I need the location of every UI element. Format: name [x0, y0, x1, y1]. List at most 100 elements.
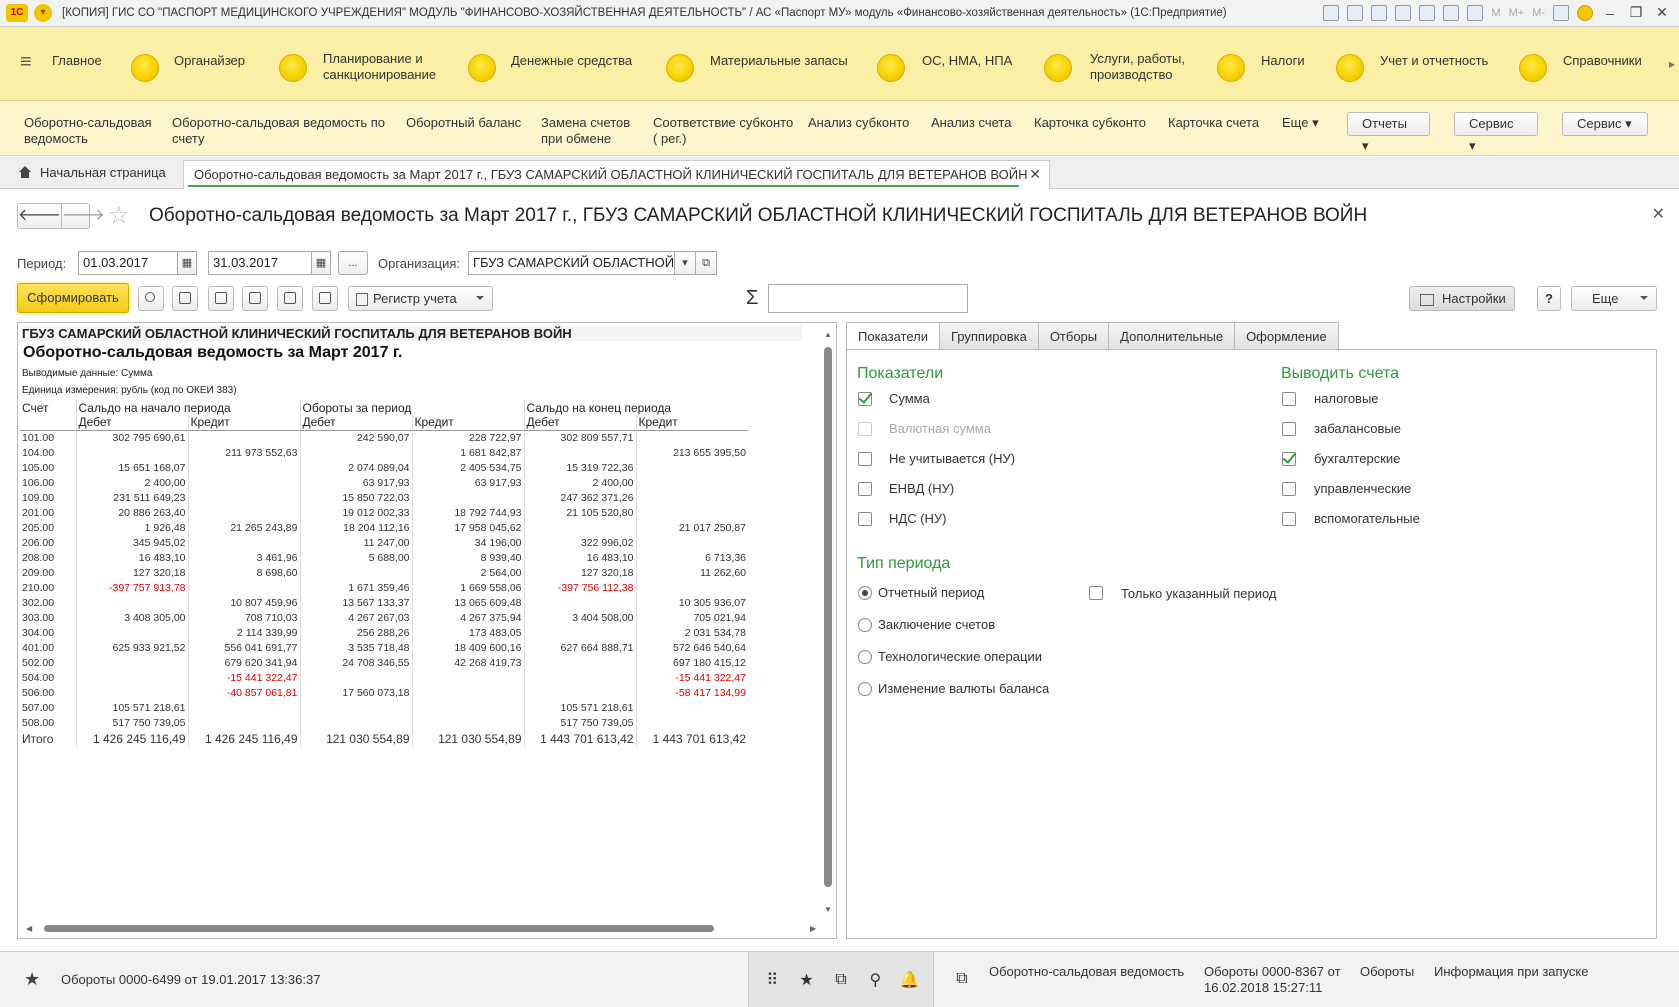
only-period-checkbox[interactable] [1089, 586, 1103, 600]
amount-cell[interactable]: 1 926,48 [75, 520, 188, 535]
amount-cell[interactable]: 2 074 089,04 [299, 460, 412, 475]
calculator-icon[interactable] [1443, 4, 1460, 21]
cmd-account-replacement[interactable]: Замена счетов при обмене [541, 115, 641, 147]
amount-cell[interactable]: 2 031 534,78 [635, 625, 748, 640]
account-cell[interactable]: 206.00 [20, 535, 76, 550]
account-cell[interactable]: 210.00 [20, 580, 76, 595]
amount-cell[interactable]: 556 041 691,77 [187, 640, 300, 655]
vertical-scrollbar[interactable]: ▲ ▼ [824, 327, 832, 927]
amount-cell[interactable] [187, 430, 300, 445]
amount-cell[interactable]: -397 757 913,78 [75, 580, 188, 595]
amount-cell[interactable] [299, 565, 412, 580]
amount-cell[interactable] [75, 655, 188, 670]
amount-cell[interactable]: 15 651 168,07 [75, 460, 188, 475]
amount-cell[interactable]: 697 180 415,12 [635, 655, 748, 670]
mail-icon[interactable] [1419, 4, 1436, 21]
account-cell[interactable]: 101.00 [20, 430, 76, 445]
amount-cell[interactable]: 34 196,00 [411, 535, 524, 550]
account-type-checkbox[interactable] [1282, 422, 1296, 436]
cmd-osv[interactable]: Оборотно-сальдовая ведомость [24, 115, 159, 147]
total-amount[interactable]: 1 443 701 613,42 [523, 730, 636, 747]
amount-cell[interactable] [75, 595, 188, 610]
amount-cell[interactable] [635, 430, 748, 445]
amount-cell[interactable] [187, 505, 300, 520]
section-fixed-assets[interactable]: ОС, НМА, НПА [922, 53, 1012, 69]
amount-cell[interactable] [75, 445, 188, 460]
amount-cell[interactable]: 242 590,07 [299, 430, 412, 445]
amount-cell[interactable]: 21 265 243,89 [187, 520, 300, 535]
amount-cell[interactable]: 302 809 557,71 [523, 430, 636, 445]
account-cell[interactable]: 109.00 [20, 490, 76, 505]
amount-cell[interactable] [635, 700, 748, 715]
organization-dropdown-icon[interactable]: ▾ [674, 251, 696, 275]
total-amount[interactable]: 121 030 554,89 [411, 730, 524, 747]
collapse-button[interactable] [172, 286, 198, 311]
amount-cell[interactable]: 42 268 419,73 [411, 655, 524, 670]
amount-cell[interactable]: 517 750 739,05 [75, 715, 188, 730]
back-arrow-icon[interactable]: 🡐 [18, 204, 61, 228]
amount-cell[interactable] [75, 685, 188, 700]
amount-cell[interactable]: 247 362 371,26 [523, 490, 636, 505]
tab-close-icon[interactable]: ✕ [1029, 166, 1041, 183]
generate-button[interactable]: Сформировать [17, 283, 129, 313]
account-type-checkbox[interactable] [1282, 512, 1296, 526]
amount-cell[interactable]: 11 262,60 [635, 565, 748, 580]
amount-cell[interactable]: 2 400,00 [523, 475, 636, 490]
layout-icon[interactable] [1553, 4, 1569, 21]
amount-cell[interactable]: 2 405 534,75 [411, 460, 524, 475]
amount-cell[interactable]: 19 012 002,33 [299, 505, 412, 520]
amount-cell[interactable]: 345 945,02 [75, 535, 188, 550]
amount-cell[interactable]: 173 483,05 [411, 625, 524, 640]
amount-cell[interactable]: 16 483,10 [523, 550, 636, 565]
history-icon[interactable]: ⧉ [831, 971, 851, 989]
settings-button[interactable]: Настройки [1409, 286, 1515, 311]
account-cell[interactable]: 304.00 [20, 625, 76, 640]
amount-cell[interactable]: 24 708 346,55 [299, 655, 412, 670]
cmd-more[interactable]: Еще ▾ [1282, 115, 1319, 131]
account-cell[interactable]: 205.00 [20, 520, 76, 535]
amount-cell[interactable] [299, 445, 412, 460]
horizontal-scroll-thumb[interactable] [44, 925, 714, 932]
notifications-bell-icon[interactable]: 🔔 [900, 970, 920, 990]
total-amount[interactable]: 1 426 245 116,49 [75, 730, 188, 747]
period-type-radio[interactable] [858, 586, 872, 600]
amount-cell[interactable] [187, 475, 300, 490]
tab-filters[interactable]: Отборы [1038, 322, 1110, 350]
amount-cell[interactable] [635, 460, 748, 475]
amount-cell[interactable]: 2 400,00 [75, 475, 188, 490]
section-main[interactable]: Главное [52, 53, 102, 69]
history-item-startup-info[interactable]: Информация при запуске [1434, 964, 1589, 980]
report-area[interactable]: ГБУЗ САМАРСКИЙ ОБЛАСТНОЙ КЛИНИЧЕСКИЙ ГОС… [17, 322, 837, 939]
memory-minus-button[interactable]: M- [1532, 7, 1545, 19]
tab-additional[interactable]: Дополнительные [1109, 322, 1236, 350]
amount-cell[interactable]: -40 857 061,81 [187, 685, 300, 700]
amount-cell[interactable]: 572 646 540,64 [635, 640, 748, 655]
history-item-turnover[interactable]: Обороты 0000-8367 от 16.02.2018 15:27:11 [1204, 964, 1344, 996]
amount-cell[interactable]: 3 535 718,48 [299, 640, 412, 655]
amount-cell[interactable]: 228 722,97 [411, 430, 524, 445]
amount-cell[interactable]: 18 409 600,16 [411, 640, 524, 655]
amount-cell[interactable]: 1 669 558,06 [411, 580, 524, 595]
amount-cell[interactable] [411, 685, 524, 700]
history-item-turnover2[interactable]: Обороты [1360, 964, 1414, 980]
tab-indicators[interactable]: Показатели [846, 322, 940, 350]
amount-cell[interactable]: 21 017 250,87 [635, 520, 748, 535]
amount-cell[interactable] [635, 475, 748, 490]
tab-osv-report[interactable]: Оборотно-сальдовая ведомость за Март 201… [183, 160, 1050, 189]
amount-cell[interactable] [411, 670, 524, 685]
amount-cell[interactable]: 231 511 649,23 [75, 490, 188, 505]
amount-cell[interactable] [187, 535, 300, 550]
indicator-checkbox[interactable] [858, 392, 872, 406]
memory-button[interactable]: M [1491, 7, 1500, 19]
section-cash[interactable]: Денежные средства [511, 53, 632, 69]
account-cell[interactable]: 105.00 [20, 460, 76, 475]
amount-cell[interactable]: 17 560 073,18 [299, 685, 412, 700]
amount-cell[interactable]: 6 713,36 [635, 550, 748, 565]
cmd-account-analysis[interactable]: Анализ счета [931, 115, 1011, 131]
calendar-icon[interactable] [1467, 4, 1484, 21]
status-left-text[interactable]: Обороты 0000-6499 от 19.01.2017 13:36:37 [61, 972, 320, 988]
amount-cell[interactable] [187, 700, 300, 715]
amount-cell[interactable]: 4 267 375,94 [411, 610, 524, 625]
amount-cell[interactable] [299, 700, 412, 715]
account-cell[interactable]: 209.00 [20, 565, 76, 580]
